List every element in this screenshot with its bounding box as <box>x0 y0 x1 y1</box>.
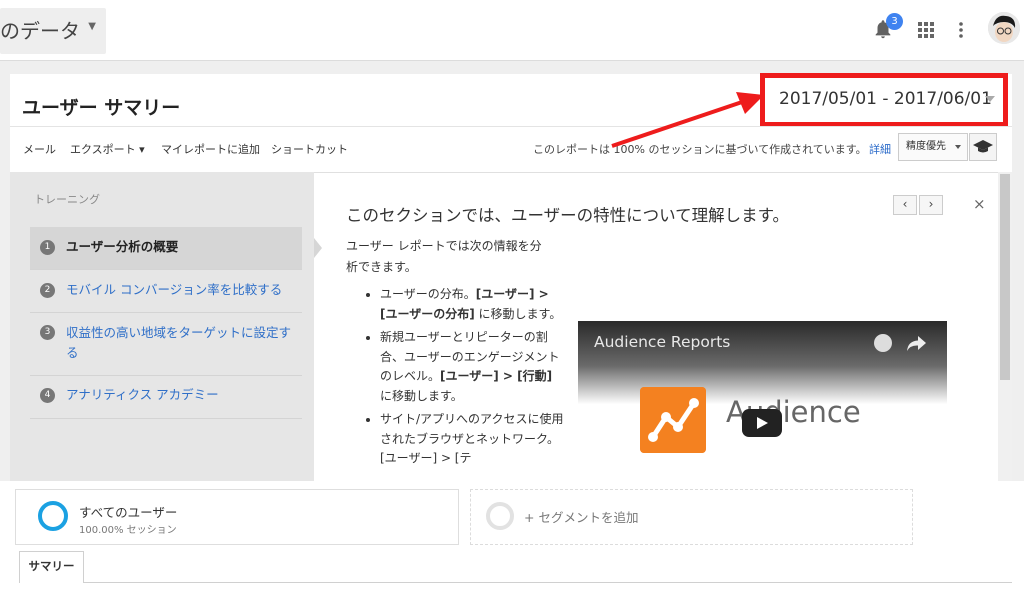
watch-later-icon[interactable] <box>874 334 892 352</box>
training-toggle-button[interactable] <box>969 133 997 161</box>
lesson-number: 2 <box>40 283 55 298</box>
email-button[interactable]: メール <box>23 141 56 157</box>
date-range-label: 2017/05/01 - 2017/06/01 <box>779 89 992 109</box>
training-intro: ユーザー レポートでは次の情報を分析できます。 <box>346 239 542 274</box>
segment-all-users[interactable]: すべてのユーザー 100.00% セッション <box>15 489 459 545</box>
video-title: Audience Reports <box>594 333 731 351</box>
graduation-cap-icon <box>973 140 993 153</box>
training-content-title: このセクションでは、ユーザーの特性について理解します。 <box>346 206 790 225</box>
date-range-selector[interactable]: 2017/05/01 - 2017/06/01 <box>760 73 1008 127</box>
lesson-item-1[interactable]: 1 ユーザー分析の概要 <box>30 227 302 270</box>
lesson-number: 4 <box>40 388 55 403</box>
lesson-label: ユーザー分析の概要 <box>66 239 179 254</box>
apps-grid-icon[interactable] <box>918 22 934 38</box>
view-selector[interactable]: のデータ ▼ <box>0 8 106 54</box>
list-item: サイト/アプリへのアクセスに使用されたブラウザとネットワーク。[ユーザー] > … <box>380 410 565 469</box>
share-icon[interactable] <box>905 333 927 353</box>
details-link[interactable]: 詳細 <box>869 141 891 157</box>
lesson-label: モバイル コンバージョン率を比較する <box>66 282 283 297</box>
precision-label: 精度優先 <box>906 141 946 152</box>
more-vert-icon[interactable] <box>957 20 965 40</box>
active-lesson-pointer <box>314 238 322 258</box>
precision-select[interactable]: 精度優先 <box>898 133 968 161</box>
list-item: 新規ユーザーとリピーターの割合、ユーザーのエンゲージメントのレベル。[ユーザー]… <box>380 328 565 406</box>
segment-name: すべてのユーザー <box>79 505 178 520</box>
analytics-logo <box>640 387 706 453</box>
previous-button[interactable]: ‹ <box>893 195 917 215</box>
list-item: ユーザーの分布。[ユーザー] > [ユーザーの分布] に移動します。 <box>380 285 565 324</box>
next-button[interactable]: › <box>919 195 943 215</box>
user-avatar[interactable] <box>988 12 1020 44</box>
view-selector-label: のデータ <box>0 19 80 43</box>
lesson-item-2[interactable]: 2 モバイル コンバージョン率を比較する <box>30 270 302 313</box>
lesson-label: アナリティクス アカデミー <box>66 387 219 402</box>
play-button[interactable] <box>742 409 782 437</box>
chevron-down-icon <box>985 96 995 102</box>
sampling-note: このレポートは 100% のセッションに基づいて作成されています。 <box>533 143 867 156</box>
export-button[interactable]: エクスポート ▾ <box>70 141 145 157</box>
tab-summary[interactable]: サマリー <box>19 551 84 583</box>
lesson-item-4[interactable]: 4 アナリティクス アカデミー <box>30 376 302 419</box>
segment-placeholder-icon <box>486 502 514 530</box>
lesson-number: 3 <box>40 325 55 340</box>
scrollbar-thumb[interactable] <box>1000 174 1010 380</box>
play-icon <box>757 417 768 429</box>
lesson-label: 収益性の高い地域をターゲットに設定する <box>66 325 292 360</box>
add-to-dashboard-button[interactable]: マイレポートに追加 <box>161 141 260 157</box>
divider <box>10 126 1012 127</box>
segment-ring-icon <box>38 501 68 531</box>
shortcut-button[interactable]: ショートカット <box>271 141 348 157</box>
lesson-item-3[interactable]: 3 収益性の高い地域をターゲットに設定する <box>30 313 302 376</box>
segment-session-share: 100.00% セッション <box>79 525 177 536</box>
caret-down-icon <box>955 145 961 149</box>
page-title: ユーザー サマリー <box>22 97 181 119</box>
training-heading: トレーニング <box>34 193 100 206</box>
add-segment-label: + セグメントを追加 <box>524 510 639 525</box>
tab-divider <box>84 582 1012 583</box>
notification-count-badge: 3 <box>886 13 903 30</box>
lesson-number: 1 <box>40 240 55 255</box>
close-icon[interactable]: × <box>973 195 986 213</box>
video-player[interactable]: Audience Reports Audience <box>578 321 947 481</box>
add-segment-button[interactable]: + セグメントを追加 <box>470 489 913 545</box>
top-bar <box>0 0 1024 61</box>
training-bullet-list: ユーザーの分布。[ユーザー] > [ユーザーの分布] に移動します。 新規ユーザ… <box>358 285 565 473</box>
caret-down-icon: ▼ <box>88 21 96 32</box>
